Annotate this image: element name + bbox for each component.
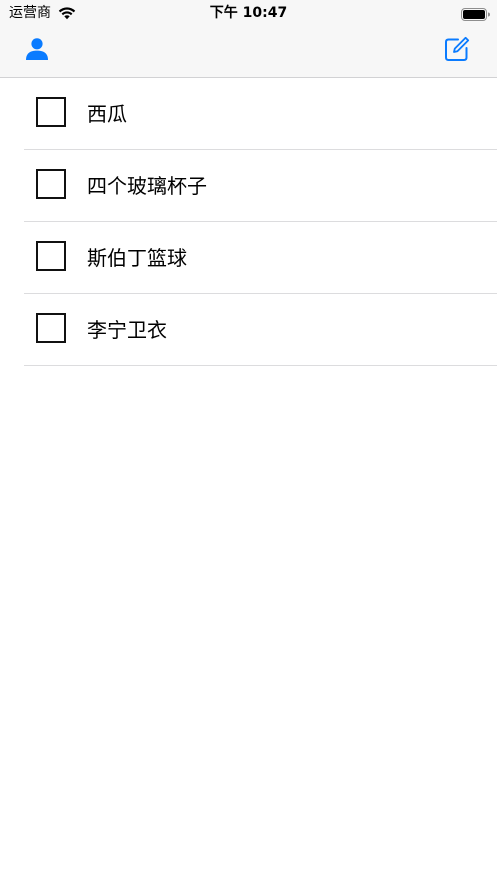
list-item[interactable]: 四个玻璃杯子 (24, 150, 497, 222)
item-label: 四个玻璃杯子 (87, 174, 207, 198)
checkbox[interactable] (36, 313, 66, 343)
profile-button[interactable] (22, 36, 52, 66)
checkbox[interactable] (36, 241, 66, 271)
list-item[interactable]: 西瓜 (24, 78, 497, 150)
checkbox[interactable] (36, 169, 66, 199)
item-label: 李宁卫衣 (87, 318, 167, 342)
item-label: 斯伯丁篮球 (87, 246, 187, 270)
battery-icon (461, 6, 491, 21)
status-bar: 运营商 下午 10:47 (0, 0, 497, 26)
status-time: 下午 10:47 (209, 5, 288, 21)
compose-icon (444, 36, 470, 66)
list-item[interactable]: 李宁卫衣 (24, 294, 497, 366)
shopping-list: 西瓜 四个玻璃杯子 斯伯丁篮球 李宁卫衣 (0, 78, 497, 366)
checkbox[interactable] (36, 97, 66, 127)
item-label: 西瓜 (87, 102, 127, 126)
navigation-bar (0, 26, 497, 78)
person-icon (25, 37, 49, 65)
list-item[interactable]: 斯伯丁篮球 (24, 222, 497, 294)
compose-button[interactable] (442, 36, 472, 66)
